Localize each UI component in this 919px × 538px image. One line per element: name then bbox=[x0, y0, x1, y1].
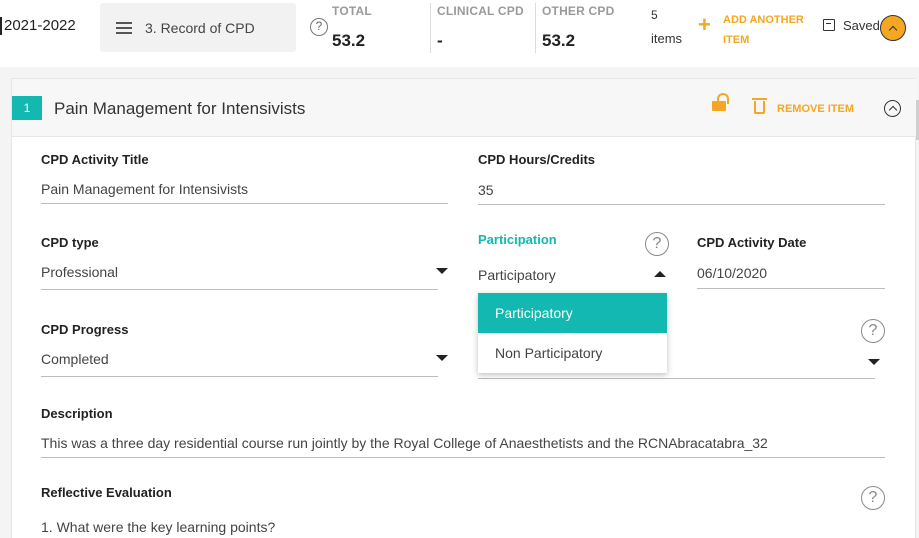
clinical-cpd-value: - bbox=[437, 31, 443, 50]
description-label: Description bbox=[41, 406, 113, 421]
field-underline bbox=[41, 203, 448, 204]
description-input[interactable]: This was a three day residential course … bbox=[41, 435, 768, 451]
field-underline bbox=[697, 288, 885, 289]
divider bbox=[535, 3, 536, 53]
record-menu-button[interactable]: 3. Record of CPD bbox=[100, 3, 296, 52]
unlock-icon[interactable] bbox=[712, 93, 729, 111]
divider bbox=[430, 3, 431, 53]
cpd-item-card: 1 Pain Management for Intensivists REMOV… bbox=[11, 78, 917, 538]
reflective-question-1: 1. What were the key learning points? bbox=[41, 519, 276, 535]
items-count: 5 bbox=[651, 8, 658, 22]
participation-select[interactable]: Participatory bbox=[478, 267, 556, 283]
caret-down-icon[interactable] bbox=[868, 359, 880, 365]
field-underline bbox=[41, 457, 885, 458]
chevron-up-icon bbox=[888, 105, 897, 115]
activity-date-label: CPD Activity Date bbox=[697, 235, 807, 250]
caret-down-icon[interactable] bbox=[436, 268, 448, 274]
help-icon[interactable]: ? bbox=[645, 232, 669, 256]
field-underline bbox=[478, 378, 875, 379]
save-icon bbox=[823, 19, 835, 31]
add-another-item-button[interactable]: ADD ANOTHER ITEM bbox=[723, 10, 813, 50]
chevron-up-icon bbox=[888, 25, 898, 34]
option-non-participatory[interactable]: Non Participatory bbox=[478, 333, 667, 373]
other-cpd-value: 53.2 bbox=[542, 31, 576, 50]
help-icon[interactable]: ? bbox=[861, 319, 885, 343]
cpd-progress-label: CPD Progress bbox=[41, 322, 129, 337]
cpd-type-label: CPD type bbox=[41, 235, 99, 250]
collapse-header-button[interactable] bbox=[880, 15, 906, 41]
field-underline bbox=[41, 376, 438, 377]
clinical-cpd-label: CLINICAL CPD bbox=[437, 4, 524, 18]
trash-icon[interactable] bbox=[752, 98, 767, 114]
help-icon[interactable]: ? bbox=[861, 486, 885, 510]
option-participatory[interactable]: Participatory bbox=[478, 293, 667, 333]
caret-up-icon[interactable] bbox=[654, 271, 666, 277]
hamburger-icon bbox=[116, 21, 132, 34]
participation-dropdown: Participatory Non Participatory bbox=[478, 293, 667, 373]
total-value: 53.2 bbox=[332, 31, 366, 50]
collapse-item-button[interactable] bbox=[884, 100, 901, 117]
plus-icon[interactable]: + bbox=[698, 13, 711, 37]
other-cpd-label: OTHER CPD bbox=[542, 4, 615, 18]
cpd-type-select[interactable]: Professional bbox=[41, 264, 118, 280]
top-bar: 2021-2022 3. Record of CPD ? TOTAL 53.2 … bbox=[0, 0, 919, 67]
item-title: Pain Management for Intensivists bbox=[54, 99, 306, 118]
remove-item-button[interactable]: REMOVE ITEM bbox=[777, 103, 854, 115]
item-number-badge: 1 bbox=[12, 96, 42, 120]
participation-label: Participation bbox=[478, 232, 557, 247]
field-underline bbox=[478, 204, 885, 205]
field-underline bbox=[41, 289, 438, 290]
hours-input[interactable]: 35 bbox=[478, 182, 494, 198]
year-selector[interactable]: 2021-2022 bbox=[0, 17, 76, 35]
reflective-evaluation-label: Reflective Evaluation bbox=[41, 485, 172, 500]
activity-title-label: CPD Activity Title bbox=[41, 152, 149, 167]
hours-label: CPD Hours/Credits bbox=[478, 152, 596, 167]
activity-title-input[interactable]: Pain Management for Intensivists bbox=[41, 181, 248, 197]
cpd-progress-select[interactable]: Completed bbox=[41, 351, 109, 367]
caret-down-icon[interactable] bbox=[436, 355, 448, 361]
saved-status: Saved bbox=[843, 18, 880, 33]
cpd-item-header: 1 Pain Management for Intensivists REMOV… bbox=[12, 79, 917, 137]
total-label: TOTAL bbox=[332, 4, 372, 18]
activity-date-input[interactable]: 06/10/2020 bbox=[697, 265, 767, 281]
help-icon[interactable]: ? bbox=[310, 18, 328, 36]
items-label: items bbox=[651, 31, 683, 46]
record-menu-label: 3. Record of CPD bbox=[145, 19, 255, 36]
